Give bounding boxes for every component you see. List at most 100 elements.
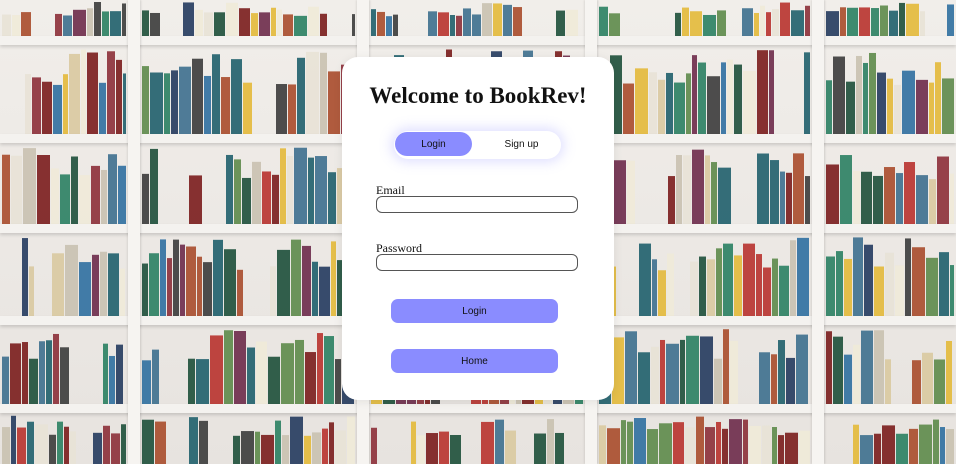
book-spine [21, 12, 31, 37]
book-spine [730, 340, 738, 404]
book-spine [556, 10, 565, 37]
book-spine [308, 157, 314, 224]
book-spine [493, 3, 502, 37]
book-spine [108, 154, 117, 224]
book-spine [714, 358, 722, 404]
book-spine [171, 70, 178, 134]
book-spine [884, 167, 895, 224]
book-spine [173, 239, 179, 316]
book-spine [186, 246, 196, 316]
book-spine [674, 82, 685, 134]
book-spine [946, 340, 952, 404]
login-button[interactable]: Login [391, 299, 558, 323]
book-spine [212, 54, 220, 134]
book-spine [226, 2, 238, 37]
book-spine [35, 424, 48, 464]
book-spine [599, 6, 608, 36]
book-spine [759, 352, 770, 404]
book-spine [42, 81, 52, 134]
book-spine [934, 359, 945, 404]
book-spine [107, 51, 115, 134]
book-spine [696, 416, 704, 464]
book-spine [268, 356, 280, 404]
book-spine [291, 239, 301, 316]
book-spine [91, 165, 100, 224]
book-spine [700, 336, 713, 404]
book-spine [203, 262, 212, 316]
book-spine [55, 13, 62, 36]
book-spine [103, 425, 110, 464]
book-spine [856, 55, 862, 134]
book-spine [53, 84, 62, 134]
book-spine [861, 171, 872, 224]
book-spine [734, 255, 742, 316]
book-spine [142, 173, 149, 224]
page-title: Welcome to BookRev! [369, 83, 587, 108]
book-spine [658, 270, 666, 316]
book-spine [463, 8, 471, 36]
book-spine [950, 265, 954, 316]
book-spine [680, 339, 685, 404]
email-field[interactable] [376, 196, 578, 213]
book-spine [275, 420, 281, 464]
book-spine [895, 265, 904, 316]
book-spine [167, 258, 172, 316]
book-spine [308, 6, 319, 36]
book-spine [277, 9, 282, 37]
book-spine [742, 8, 753, 36]
book-spine [686, 335, 699, 404]
tab-signup[interactable]: Sign up [483, 132, 560, 156]
book-spine [10, 343, 21, 404]
book-spine [666, 72, 673, 134]
book-spine [711, 162, 717, 224]
book-spine [659, 423, 672, 464]
book-spine [785, 432, 798, 464]
book-spine [692, 149, 704, 224]
book-spine [319, 266, 330, 316]
book-spine [69, 53, 80, 134]
book-spine [335, 359, 341, 404]
book-spine [902, 70, 915, 134]
book-spine [79, 175, 90, 224]
book-spine [328, 71, 340, 134]
book-spine [609, 13, 620, 36]
book-spine [123, 73, 126, 134]
book-spine [100, 251, 107, 316]
book-spine [946, 429, 954, 464]
book-spine [109, 355, 115, 404]
book-spine [906, 3, 919, 37]
book-spine [847, 7, 858, 36]
book-spine [861, 330, 873, 404]
book-spine [122, 3, 126, 36]
book-spine [686, 73, 691, 134]
book-spine [71, 156, 78, 224]
book-spine [197, 256, 202, 316]
book-spine [705, 427, 715, 464]
book-spine [853, 344, 860, 404]
book-spine [844, 354, 852, 404]
auth-mode-toggle: Login Sign up [394, 131, 561, 159]
book-spine [234, 159, 241, 224]
book-spine [723, 243, 733, 316]
shelf-divider [812, 0, 824, 464]
tab-login[interactable]: Login [395, 132, 472, 156]
home-button[interactable]: Home [391, 349, 558, 373]
book-spine [935, 62, 941, 134]
book-spine [70, 431, 76, 464]
book-spine [916, 79, 928, 134]
book-spine [118, 165, 126, 224]
book-spine [942, 78, 954, 134]
book-spine [188, 358, 195, 404]
book-spine [393, 14, 398, 36]
book-spine [772, 427, 777, 464]
book-spine [926, 257, 938, 316]
book-spine [256, 341, 267, 404]
book-spine [270, 266, 276, 316]
book-spine [836, 251, 843, 316]
book-spine [149, 253, 159, 316]
book-spine [65, 244, 78, 316]
book-spine [239, 8, 250, 36]
book-spine [320, 52, 327, 134]
book-spine [306, 51, 319, 134]
password-field[interactable] [376, 254, 578, 271]
